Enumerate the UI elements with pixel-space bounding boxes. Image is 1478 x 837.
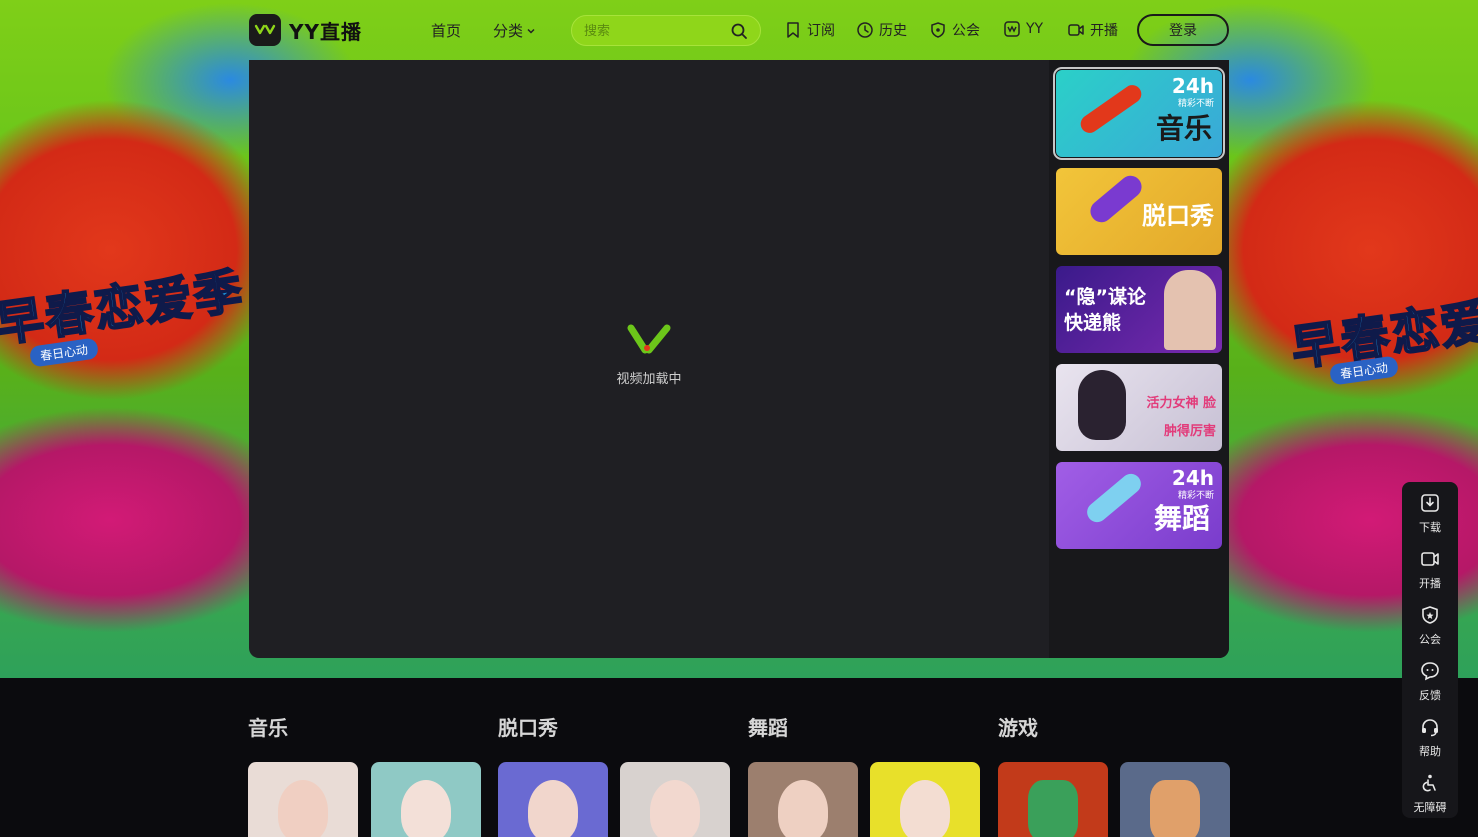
- nav-history[interactable]: 历史: [856, 20, 907, 40]
- search-icon[interactable]: [730, 22, 748, 40]
- headset-icon: [1422, 719, 1438, 737]
- rail-tag: 24h: [1171, 74, 1214, 98]
- rail-card-talkshow[interactable]: 脱口秀: [1056, 168, 1222, 255]
- camera-icon: [1068, 24, 1084, 36]
- logo[interactable]: YY直播: [249, 14, 362, 46]
- shield-icon: [931, 22, 945, 38]
- float-accessibility[interactable]: 无障碍: [1402, 766, 1458, 816]
- stream-thumbnail[interactable]: [870, 762, 980, 837]
- mic-decoration: [1077, 81, 1145, 137]
- mic-decoration: [1083, 469, 1145, 527]
- nav-subscribe[interactable]: 订阅: [784, 20, 835, 40]
- floating-toolbar: 下载 开播 公会 反馈 帮助 无障碍: [1402, 482, 1458, 818]
- host-portrait: [1078, 370, 1126, 440]
- float-go-live[interactable]: 开播: [1402, 542, 1458, 592]
- hero-slogan-left: 早春恋爱季: [0, 262, 248, 354]
- stream-thumbnail[interactable]: [1120, 762, 1230, 837]
- rail-title: 脱口秀: [1142, 202, 1214, 230]
- nav-category-label: 分类: [493, 22, 524, 40]
- category-title-dance[interactable]: 舞蹈: [748, 712, 788, 741]
- rail-card-goddess[interactable]: 活力女神 脸肿得厉害: [1056, 364, 1222, 451]
- float-help[interactable]: 帮助: [1402, 710, 1458, 760]
- rail-tag: 24h: [1171, 466, 1214, 490]
- streamer-face: [278, 780, 328, 837]
- streamer-face: [528, 780, 578, 837]
- bookmark-icon: [787, 22, 799, 38]
- nav-home[interactable]: 首页: [431, 20, 461, 41]
- rail-title: 活力女神 脸肿得厉害: [1146, 396, 1216, 439]
- search-box: [571, 15, 761, 46]
- yy-icon: [1004, 21, 1020, 37]
- nav-category[interactable]: 分类: [493, 20, 536, 41]
- loading-logo-icon: [627, 324, 671, 354]
- float-go-live-label: 开播: [1419, 577, 1441, 590]
- stream-thumbnail[interactable]: [248, 762, 358, 837]
- rail-card-dance[interactable]: 24h 精彩不断 舞蹈: [1056, 462, 1222, 549]
- rail-title: 舞蹈: [1153, 502, 1210, 535]
- float-guild-label: 公会: [1419, 633, 1441, 646]
- stream-thumbnail[interactable]: [620, 762, 730, 837]
- top-nav: YY直播 首页 分类 订阅 历史 公会 YY 开播 登录: [0, 0, 1478, 60]
- nav-go-live[interactable]: 开播: [1067, 20, 1118, 40]
- loading-text: 视频加载中: [616, 372, 682, 387]
- rail-card-conspiracy[interactable]: “隐”谋论 快递熊: [1056, 266, 1222, 353]
- stream-thumbnail[interactable]: [998, 762, 1108, 837]
- channel-rail: 24h 精彩不断 音乐 脱口秀 “隐”谋论 快递熊 活力女神 脸肿得厉害 24h…: [1049, 60, 1229, 658]
- float-feedback[interactable]: 反馈: [1402, 654, 1458, 704]
- game-art: [1028, 780, 1078, 837]
- float-guild[interactable]: 公会: [1402, 598, 1458, 648]
- streamer-face: [900, 780, 950, 837]
- stream-thumbnail[interactable]: [371, 762, 481, 837]
- chevron-down-icon: [527, 28, 535, 34]
- rail-title: “隐”谋论 快递熊: [1064, 286, 1146, 334]
- stream-thumbnail[interactable]: [498, 762, 608, 837]
- streamer-face: [778, 780, 828, 837]
- nav-history-label: 历史: [879, 23, 907, 39]
- search-input[interactable]: [584, 21, 724, 41]
- player-loading: 视频加载中: [249, 322, 1049, 387]
- float-download[interactable]: 下载: [1402, 486, 1458, 536]
- login-button[interactable]: 登录: [1137, 14, 1229, 46]
- float-help-label: 帮助: [1419, 745, 1441, 758]
- camera-icon: [1421, 552, 1439, 566]
- accessibility-icon: [1422, 774, 1436, 792]
- nav-guild-label: 公会: [952, 23, 980, 39]
- game-art: [1150, 780, 1200, 837]
- nav-go-live-label: 开播: [1090, 23, 1118, 39]
- category-title-talkshow[interactable]: 脱口秀: [498, 712, 558, 741]
- category-title-game[interactable]: 游戏: [998, 712, 1038, 741]
- float-feedback-label: 反馈: [1419, 689, 1441, 702]
- streamer-face: [401, 780, 451, 837]
- rail-title: 音乐: [1155, 112, 1212, 145]
- download-icon: [1421, 494, 1439, 512]
- nav-yy-label: YY: [1026, 21, 1044, 37]
- nav-subscribe-label: 订阅: [807, 23, 835, 39]
- clock-icon: [857, 22, 873, 38]
- logo-text: YY直播: [289, 19, 362, 44]
- float-download-label: 下载: [1419, 521, 1441, 534]
- video-player[interactable]: 视频加载中 24h 精彩不断 音乐 脱口秀 “隐”谋论 快递熊 活力女神 脸肿得…: [249, 60, 1229, 658]
- feedback-icon: [1421, 662, 1439, 681]
- streamer-face: [650, 780, 700, 837]
- yy-logo-icon: [249, 14, 281, 46]
- nav-yy[interactable]: YY: [1003, 20, 1043, 38]
- stream-thumbnail[interactable]: [748, 762, 858, 837]
- mic-decoration: [1085, 171, 1147, 227]
- host-portrait: [1164, 270, 1216, 350]
- float-accessibility-label: 无障碍: [1413, 801, 1447, 814]
- rail-card-music[interactable]: 24h 精彩不断 音乐: [1053, 67, 1225, 160]
- nav-guild[interactable]: 公会: [929, 20, 980, 40]
- category-title-music[interactable]: 音乐: [248, 712, 288, 741]
- shield-icon: [1422, 606, 1438, 624]
